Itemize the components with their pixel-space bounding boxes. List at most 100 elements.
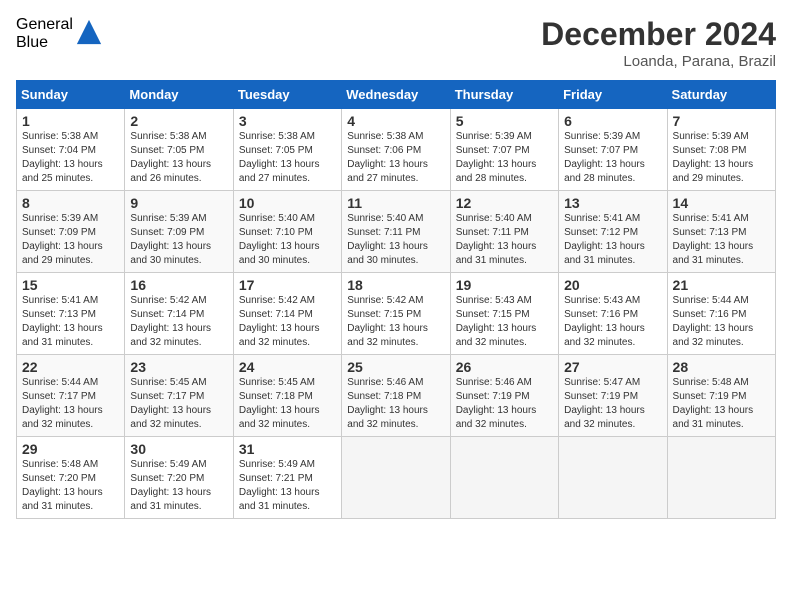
day-number: 1 (22, 113, 119, 129)
day-info: Sunrise: 5:38 AMSunset: 7:06 PMDaylight:… (347, 130, 444, 186)
day-info: Sunrise: 5:48 AMSunset: 7:19 PMDaylight:… (673, 376, 770, 432)
calendar-cell: 22Sunrise: 5:44 AMSunset: 7:17 PMDayligh… (17, 355, 125, 437)
title-area: December 2024 Loanda, Parana, Brazil (541, 16, 776, 70)
calendar-header-thursday: Thursday (450, 81, 558, 109)
day-number: 14 (673, 195, 770, 211)
day-info: Sunrise: 5:39 AMSunset: 7:09 PMDaylight:… (22, 212, 119, 268)
day-number: 29 (22, 441, 119, 457)
day-info: Sunrise: 5:39 AMSunset: 7:09 PMDaylight:… (130, 212, 227, 268)
calendar-cell: 2Sunrise: 5:38 AMSunset: 7:05 PMDaylight… (125, 109, 233, 191)
logo-general: General (16, 16, 73, 34)
day-info: Sunrise: 5:40 AMSunset: 7:11 PMDaylight:… (456, 212, 553, 268)
day-info: Sunrise: 5:39 AMSunset: 7:08 PMDaylight:… (673, 130, 770, 186)
day-info: Sunrise: 5:46 AMSunset: 7:18 PMDaylight:… (347, 376, 444, 432)
day-info: Sunrise: 5:39 AMSunset: 7:07 PMDaylight:… (564, 130, 661, 186)
calendar-cell: 10Sunrise: 5:40 AMSunset: 7:10 PMDayligh… (233, 191, 341, 273)
day-number: 24 (239, 359, 336, 375)
logo-blue: Blue (16, 34, 73, 52)
day-number: 16 (130, 277, 227, 293)
calendar-cell: 29Sunrise: 5:48 AMSunset: 7:20 PMDayligh… (17, 437, 125, 519)
calendar-cell (450, 437, 558, 519)
day-info: Sunrise: 5:41 AMSunset: 7:12 PMDaylight:… (564, 212, 661, 268)
calendar-cell: 16Sunrise: 5:42 AMSunset: 7:14 PMDayligh… (125, 273, 233, 355)
day-number: 15 (22, 277, 119, 293)
calendar-cell: 8Sunrise: 5:39 AMSunset: 7:09 PMDaylight… (17, 191, 125, 273)
calendar-cell: 25Sunrise: 5:46 AMSunset: 7:18 PMDayligh… (342, 355, 450, 437)
day-info: Sunrise: 5:49 AMSunset: 7:21 PMDaylight:… (239, 458, 336, 514)
day-info: Sunrise: 5:49 AMSunset: 7:20 PMDaylight:… (130, 458, 227, 514)
calendar-cell: 14Sunrise: 5:41 AMSunset: 7:13 PMDayligh… (667, 191, 775, 273)
day-info: Sunrise: 5:40 AMSunset: 7:11 PMDaylight:… (347, 212, 444, 268)
day-number: 10 (239, 195, 336, 211)
calendar-cell (667, 437, 775, 519)
day-number: 30 (130, 441, 227, 457)
calendar-cell: 7Sunrise: 5:39 AMSunset: 7:08 PMDaylight… (667, 109, 775, 191)
calendar-cell: 5Sunrise: 5:39 AMSunset: 7:07 PMDaylight… (450, 109, 558, 191)
day-info: Sunrise: 5:42 AMSunset: 7:14 PMDaylight:… (130, 294, 227, 350)
calendar-week-1: 1Sunrise: 5:38 AMSunset: 7:04 PMDaylight… (17, 109, 776, 191)
calendar-cell: 4Sunrise: 5:38 AMSunset: 7:06 PMDaylight… (342, 109, 450, 191)
calendar-week-3: 15Sunrise: 5:41 AMSunset: 7:13 PMDayligh… (17, 273, 776, 355)
calendar-cell: 27Sunrise: 5:47 AMSunset: 7:19 PMDayligh… (559, 355, 667, 437)
calendar-cell (342, 437, 450, 519)
calendar-cell: 1Sunrise: 5:38 AMSunset: 7:04 PMDaylight… (17, 109, 125, 191)
calendar-cell: 28Sunrise: 5:48 AMSunset: 7:19 PMDayligh… (667, 355, 775, 437)
day-number: 2 (130, 113, 227, 129)
calendar-header-wednesday: Wednesday (342, 81, 450, 109)
day-number: 12 (456, 195, 553, 211)
day-info: Sunrise: 5:45 AMSunset: 7:18 PMDaylight:… (239, 376, 336, 432)
day-number: 27 (564, 359, 661, 375)
day-info: Sunrise: 5:40 AMSunset: 7:10 PMDaylight:… (239, 212, 336, 268)
day-number: 11 (347, 195, 444, 211)
day-number: 8 (22, 195, 119, 211)
calendar-header-tuesday: Tuesday (233, 81, 341, 109)
day-number: 13 (564, 195, 661, 211)
day-info: Sunrise: 5:46 AMSunset: 7:19 PMDaylight:… (456, 376, 553, 432)
calendar-cell: 19Sunrise: 5:43 AMSunset: 7:15 PMDayligh… (450, 273, 558, 355)
logo-icon (75, 18, 103, 46)
day-info: Sunrise: 5:42 AMSunset: 7:14 PMDaylight:… (239, 294, 336, 350)
day-info: Sunrise: 5:47 AMSunset: 7:19 PMDaylight:… (564, 376, 661, 432)
calendar-cell: 23Sunrise: 5:45 AMSunset: 7:17 PMDayligh… (125, 355, 233, 437)
calendar-cell (559, 437, 667, 519)
calendar-cell: 6Sunrise: 5:39 AMSunset: 7:07 PMDaylight… (559, 109, 667, 191)
day-number: 26 (456, 359, 553, 375)
day-number: 4 (347, 113, 444, 129)
day-info: Sunrise: 5:44 AMSunset: 7:17 PMDaylight:… (22, 376, 119, 432)
day-number: 3 (239, 113, 336, 129)
day-info: Sunrise: 5:43 AMSunset: 7:15 PMDaylight:… (456, 294, 553, 350)
calendar-cell: 15Sunrise: 5:41 AMSunset: 7:13 PMDayligh… (17, 273, 125, 355)
calendar-week-4: 22Sunrise: 5:44 AMSunset: 7:17 PMDayligh… (17, 355, 776, 437)
calendar-header-row: SundayMondayTuesdayWednesdayThursdayFrid… (17, 81, 776, 109)
day-info: Sunrise: 5:38 AMSunset: 7:05 PMDaylight:… (239, 130, 336, 186)
day-number: 31 (239, 441, 336, 457)
calendar-cell: 20Sunrise: 5:43 AMSunset: 7:16 PMDayligh… (559, 273, 667, 355)
calendar-cell: 30Sunrise: 5:49 AMSunset: 7:20 PMDayligh… (125, 437, 233, 519)
day-info: Sunrise: 5:38 AMSunset: 7:04 PMDaylight:… (22, 130, 119, 186)
day-info: Sunrise: 5:43 AMSunset: 7:16 PMDaylight:… (564, 294, 661, 350)
calendar-cell: 13Sunrise: 5:41 AMSunset: 7:12 PMDayligh… (559, 191, 667, 273)
day-number: 23 (130, 359, 227, 375)
calendar-body: 1Sunrise: 5:38 AMSunset: 7:04 PMDaylight… (17, 109, 776, 519)
day-info: Sunrise: 5:45 AMSunset: 7:17 PMDaylight:… (130, 376, 227, 432)
calendar-week-2: 8Sunrise: 5:39 AMSunset: 7:09 PMDaylight… (17, 191, 776, 273)
logo: General Blue (16, 16, 103, 51)
day-number: 18 (347, 277, 444, 293)
calendar-cell: 11Sunrise: 5:40 AMSunset: 7:11 PMDayligh… (342, 191, 450, 273)
calendar-table: SundayMondayTuesdayWednesdayThursdayFrid… (16, 80, 776, 519)
day-info: Sunrise: 5:44 AMSunset: 7:16 PMDaylight:… (673, 294, 770, 350)
location: Loanda, Parana, Brazil (541, 53, 776, 70)
day-info: Sunrise: 5:38 AMSunset: 7:05 PMDaylight:… (130, 130, 227, 186)
day-number: 9 (130, 195, 227, 211)
day-number: 19 (456, 277, 553, 293)
day-number: 7 (673, 113, 770, 129)
day-number: 28 (673, 359, 770, 375)
month-title: December 2024 (541, 16, 776, 53)
calendar-header-monday: Monday (125, 81, 233, 109)
calendar-cell: 9Sunrise: 5:39 AMSunset: 7:09 PMDaylight… (125, 191, 233, 273)
calendar-week-5: 29Sunrise: 5:48 AMSunset: 7:20 PMDayligh… (17, 437, 776, 519)
calendar-header-saturday: Saturday (667, 81, 775, 109)
day-info: Sunrise: 5:48 AMSunset: 7:20 PMDaylight:… (22, 458, 119, 514)
day-number: 25 (347, 359, 444, 375)
day-number: 21 (673, 277, 770, 293)
